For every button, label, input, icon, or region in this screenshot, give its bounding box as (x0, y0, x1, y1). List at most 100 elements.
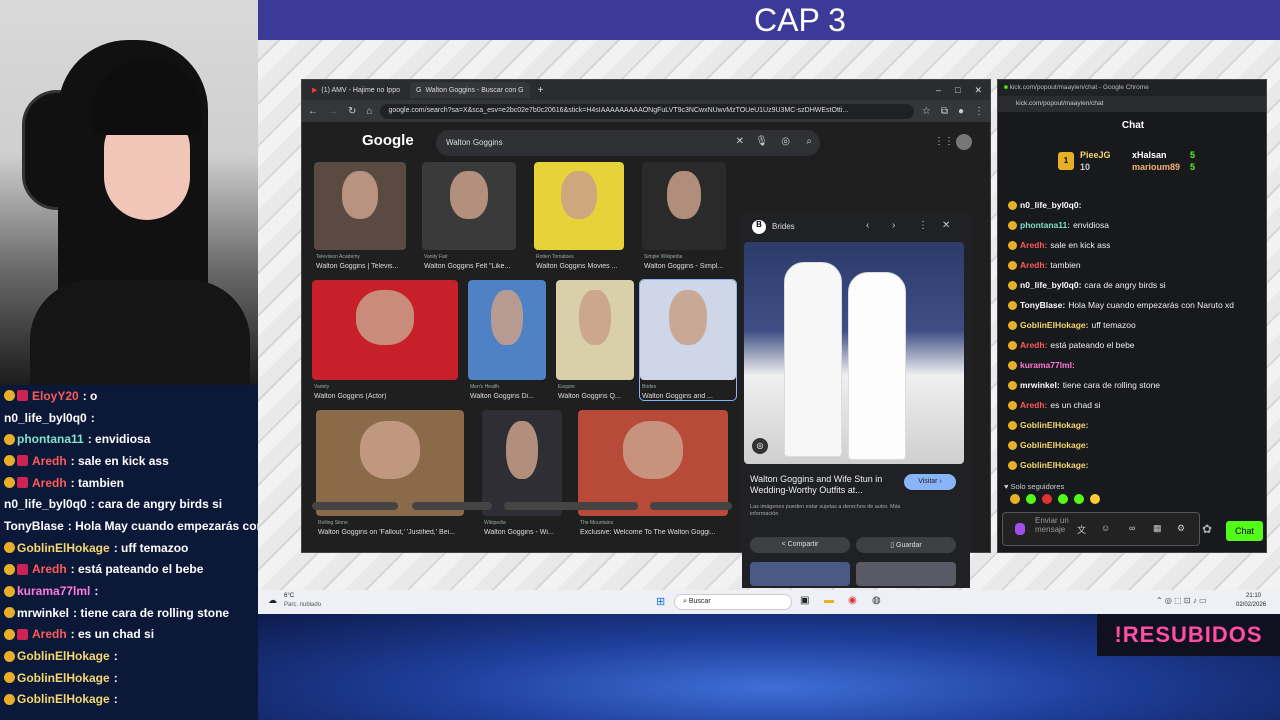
image-result[interactable]: Esquire Walton Goggins Q... (556, 280, 634, 400)
image-result[interactable]: Television Academy Walton Goggins | Telev… (314, 162, 406, 270)
related-image[interactable] (856, 562, 956, 586)
kick-username[interactable]: Aredh: (1020, 240, 1047, 250)
chat-username[interactable]: EloyY20 (32, 389, 79, 403)
chat-username[interactable]: mrwinkel (17, 606, 69, 620)
image-result[interactable]: Simple Wikipedia Walton Goggins - Simpl..… (642, 162, 726, 270)
chat-username[interactable]: Aredh (32, 562, 67, 576)
weather-temp[interactable]: 6°C (284, 593, 294, 599)
result-caption[interactable]: Walton Goggins Di... (470, 393, 546, 400)
mic-icon[interactable] (1015, 523, 1025, 535)
result-thumbnail[interactable] (422, 162, 516, 250)
chat-username[interactable]: GoblinElHokage (17, 541, 110, 555)
image-result[interactable]: Wikipedia Walton Goggins - Wi... (482, 410, 562, 536)
result-caption[interactable]: Walton Goggins - Simpl... (644, 263, 726, 270)
menu-icon[interactable]: ⋮ (974, 106, 984, 117)
url-field[interactable]: google.com/search?sa=X&sca_esv=e2bc02e7b… (380, 103, 914, 119)
image-result[interactable]: The Mountains Exclusive: Welcome To The W… (578, 410, 728, 536)
next-icon[interactable]: › (892, 220, 895, 231)
kick-username[interactable]: GoblinElHokage: (1020, 420, 1088, 430)
result-thumbnail[interactable] (534, 162, 624, 250)
prev-icon[interactable]: ‹ (866, 220, 869, 231)
emote-icon[interactable] (1074, 494, 1084, 504)
close-icon[interactable]: ✕ (942, 220, 950, 231)
start-icon[interactable]: ⊞ (656, 595, 665, 608)
close-window-button[interactable]: ✕ (974, 85, 982, 96)
image-result[interactable] (312, 502, 398, 510)
share-button[interactable]: < Compartir (750, 537, 850, 553)
kick-username[interactable]: mrwinkel: (1020, 380, 1060, 390)
gear-icon[interactable]: ⚙ (1177, 523, 1185, 534)
chat-username[interactable]: GoblinElHokage (17, 649, 110, 663)
kick-username[interactable]: Aredh: (1020, 260, 1047, 270)
chat-username[interactable]: kurama77lml (17, 584, 90, 598)
image-result[interactable]: Rotten Tomatoes Walton Goggins Movies ... (534, 162, 624, 270)
avatar[interactable] (956, 134, 972, 150)
kick-username[interactable]: kurama77lml: (1020, 360, 1075, 370)
task-view-icon[interactable]: ▣ (800, 595, 809, 606)
reload-icon[interactable]: ↻ (348, 106, 356, 117)
emoji-icon[interactable]: ☺ (1101, 523, 1110, 533)
image-result[interactable]: Rolling Stone Walton Goggins on 'Fallout,… (316, 410, 464, 536)
forward-icon[interactable]: → (328, 106, 338, 117)
lens-search-icon[interactable]: ◎ (752, 438, 768, 454)
image-result[interactable] (412, 502, 492, 510)
chat-input[interactable]: Enviar un mensaje 文 ☺ ∞ ▦ ⚙ (1002, 512, 1200, 546)
result-caption[interactable]: Walton Goggins (Actor) (314, 393, 458, 400)
chat-username[interactable]: GoblinElHokage (17, 692, 110, 706)
result-thumbnail[interactable] (482, 410, 562, 516)
clear-icon[interactable]: ✕ (736, 136, 744, 147)
result-caption[interactable]: Walton Goggins Felt "Like... (424, 263, 516, 270)
weather-icon[interactable]: ☁ (268, 595, 277, 606)
chat-username[interactable]: TonyBlase (4, 519, 64, 533)
search-icon[interactable]: ⌕ (806, 136, 812, 147)
chat-username[interactable]: n0_life_byl0q0 (4, 497, 87, 511)
chat-username[interactable]: Aredh (32, 627, 67, 641)
tray-icons[interactable]: ⌃ ◎ ⬚ ⊡ ♪ ▭ (1156, 596, 1207, 605)
emote-icon[interactable] (1042, 494, 1052, 504)
chrome-icon[interactable]: ◉ (848, 595, 857, 606)
image-result[interactable] (650, 502, 732, 510)
profile-icon[interactable]: ● (958, 106, 964, 117)
result-thumbnail[interactable] (642, 162, 726, 250)
kick-username[interactable]: TonyBlase: (1020, 300, 1065, 310)
minimize-button[interactable]: – (936, 85, 941, 96)
tab-amv[interactable]: ▶ (1) AMV - Hajime no Ippo (306, 82, 406, 98)
maximize-button[interactable]: □ (955, 85, 960, 96)
result-caption[interactable]: Walton Goggins Q... (558, 393, 634, 400)
emote-icon[interactable] (1058, 494, 1068, 504)
result-caption[interactable]: Walton Goggins | Televis... (316, 263, 406, 270)
save-button[interactable]: ▯ Guardar (856, 537, 956, 553)
emote-icon[interactable] (1026, 494, 1036, 504)
chat-username[interactable]: n0_life_byl0q0 (4, 411, 87, 425)
result-caption[interactable]: Exclusive: Welcome To The Walton Goggi..… (580, 529, 728, 536)
search-input[interactable]: Walton Goggins ✕ 🎙 ◎ ⌕ (436, 130, 820, 156)
clock-date[interactable]: 02/02/2026 (1236, 602, 1266, 608)
kick-username[interactable]: n0_life_byl0q0: (1020, 280, 1081, 290)
preview-title[interactable]: Walton Goggins and Wife Stun in Wedding-… (750, 474, 890, 496)
kick-username[interactable]: GoblinElHokage: (1020, 320, 1088, 330)
gifter-name[interactable]: marioum89 (1132, 162, 1180, 172)
mic-icon[interactable]: 🎙 (755, 136, 768, 147)
google-logo[interactable]: Google (362, 132, 414, 149)
file-explorer-icon[interactable]: ▬ (824, 595, 834, 606)
translate-icon[interactable]: 文 (1077, 523, 1086, 536)
link-icon[interactable]: ∞ (1129, 523, 1135, 533)
result-thumbnail[interactable] (640, 280, 736, 380)
kick-username[interactable]: n0_life_byl0q0: (1020, 200, 1081, 210)
image-result[interactable] (504, 502, 638, 510)
emote-icon[interactable] (1010, 494, 1020, 504)
image-result[interactable]: Vanity Fair Walton Goggins Felt "Like... (422, 162, 516, 270)
home-icon[interactable]: ⌂ (366, 106, 372, 117)
kick-username[interactable]: phontana11: (1020, 220, 1070, 230)
extensions-icon[interactable]: ⧉ (941, 106, 948, 117)
result-caption[interactable]: Walton Goggins and ... (642, 393, 736, 400)
result-caption[interactable]: Walton Goggins - Wi... (484, 529, 562, 536)
kick-url-bar[interactable]: kick.com/popout/maaylen/chat (998, 96, 1266, 112)
result-thumbnail[interactable] (578, 410, 728, 516)
gifter-name[interactable]: xHalsan (1132, 150, 1167, 160)
new-tab-button[interactable]: + (538, 85, 544, 96)
result-thumbnail[interactable] (312, 280, 458, 380)
image-result[interactable]: Brides Walton Goggins and ... (639, 279, 737, 401)
related-image[interactable] (750, 562, 850, 586)
more-icon[interactable]: ⋮ (918, 220, 928, 231)
